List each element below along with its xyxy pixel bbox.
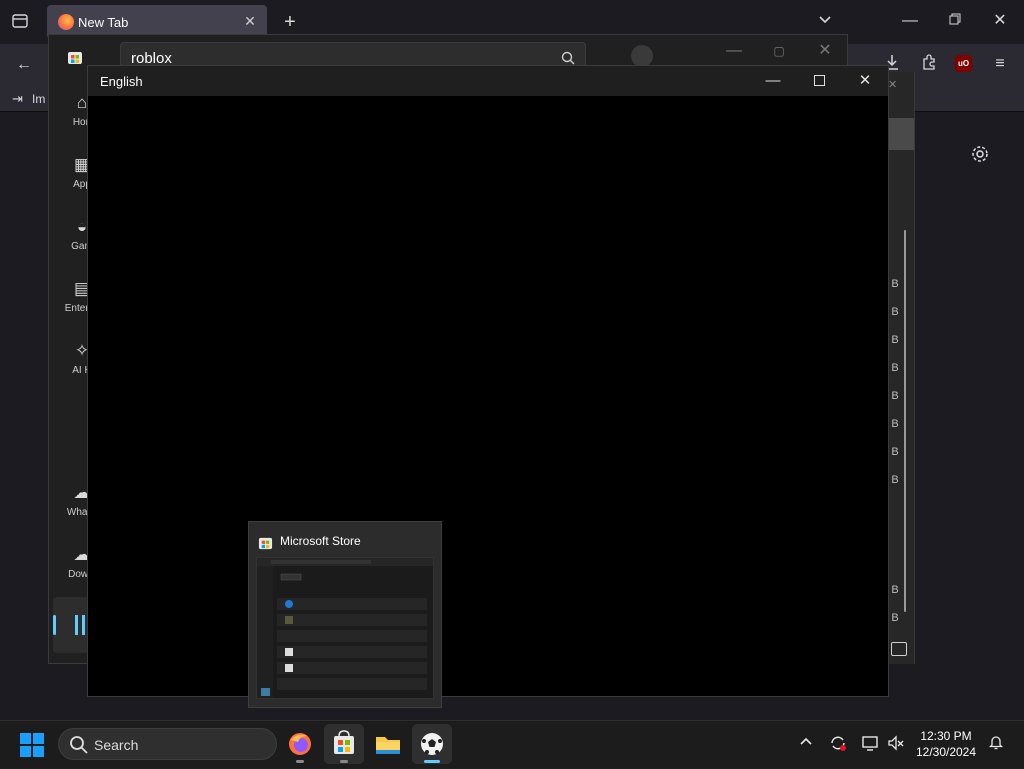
search-label: Search: [94, 737, 139, 753]
size-label: B: [891, 362, 899, 374]
taskbar-firefox[interactable]: [280, 724, 320, 764]
store-logo-icon: [258, 535, 273, 550]
import-bookmarks-icon[interactable]: ⇥: [12, 91, 23, 107]
close-tab-icon[interactable]: ✕: [241, 12, 259, 30]
taskbar-search-box[interactable]: Search: [58, 728, 277, 760]
volume-muted-icon[interactable]: [886, 734, 906, 754]
hamburger-menu-icon[interactable]: ≡: [990, 54, 1010, 74]
size-label: B: [891, 612, 899, 624]
search-icon[interactable]: [561, 51, 575, 65]
size-label: B: [891, 334, 899, 346]
clock-time: 12:30 PM: [920, 729, 972, 743]
extensions-icon[interactable]: [919, 54, 939, 74]
size-label: B: [891, 278, 899, 290]
library-icon: [75, 615, 85, 635]
selection-indicator: [53, 615, 56, 635]
close-window-icon[interactable]: ✕: [990, 11, 1010, 31]
network-icon[interactable]: [860, 734, 880, 754]
size-label: B: [891, 584, 899, 596]
store-logo-icon: [67, 49, 83, 65]
active-indicator: [424, 760, 440, 763]
window-title: English: [100, 74, 143, 89]
nav-library[interactable]: [53, 597, 89, 653]
taskbar-soccer-app[interactable]: [412, 724, 452, 764]
sync-icon[interactable]: [828, 734, 848, 754]
system-clock[interactable]: 12:30 PM 12/30/2024: [912, 728, 980, 760]
running-indicator: [296, 760, 304, 763]
taskbar-file-explorer[interactable]: [368, 724, 408, 764]
miniplayer-icon[interactable]: [891, 642, 907, 656]
size-label: B: [891, 446, 899, 458]
minimize-icon[interactable]: —: [750, 66, 796, 96]
back-icon[interactable]: ←: [14, 55, 34, 75]
import-bookmarks-label[interactable]: Im: [32, 92, 45, 106]
restore-icon[interactable]: [945, 11, 965, 31]
size-label: B: [891, 474, 899, 486]
account-icon[interactable]: [631, 45, 653, 67]
chevron-up-icon[interactable]: [796, 734, 816, 754]
size-label: B: [891, 306, 899, 318]
taskbar-microsoft-store[interactable]: [324, 724, 364, 764]
search-icon: [69, 735, 89, 755]
store-tab-edge: [888, 118, 914, 150]
size-label: B: [891, 418, 899, 430]
clock-date: 12/30/2024: [915, 745, 977, 759]
store-close-icon[interactable]: ✕: [815, 41, 835, 61]
close-icon[interactable]: ✕: [842, 66, 888, 96]
ublock-origin-icon[interactable]: uO: [955, 55, 972, 72]
gear-icon[interactable]: [970, 144, 994, 168]
chevron-down-icon[interactable]: [815, 12, 835, 32]
store-inner-close-icon[interactable]: ✕: [888, 78, 898, 92]
scrollbar-thumb[interactable]: [904, 230, 906, 612]
firefox-favicon-icon: [58, 14, 74, 30]
running-indicator: [340, 760, 348, 763]
tab-title: New Tab: [78, 15, 129, 30]
english-window-titlebar[interactable]: English — ✕: [88, 66, 888, 96]
minimize-icon[interactable]: —: [900, 11, 920, 31]
tab-overview-icon[interactable]: [10, 12, 30, 32]
maximize-icon[interactable]: [796, 66, 842, 96]
notification-bell-icon[interactable]: [986, 734, 1006, 754]
english-window: [87, 65, 889, 697]
windows-start-icon[interactable]: [20, 733, 44, 757]
store-minimize-icon[interactable]: —: [724, 41, 744, 61]
store-thumbnail-image: [256, 557, 434, 699]
store-maximize-icon[interactable]: ▢: [769, 41, 789, 61]
preview-title: Microsoft Store: [280, 534, 361, 548]
new-tab-button[interactable]: +: [280, 12, 300, 32]
size-label: B: [891, 390, 899, 402]
